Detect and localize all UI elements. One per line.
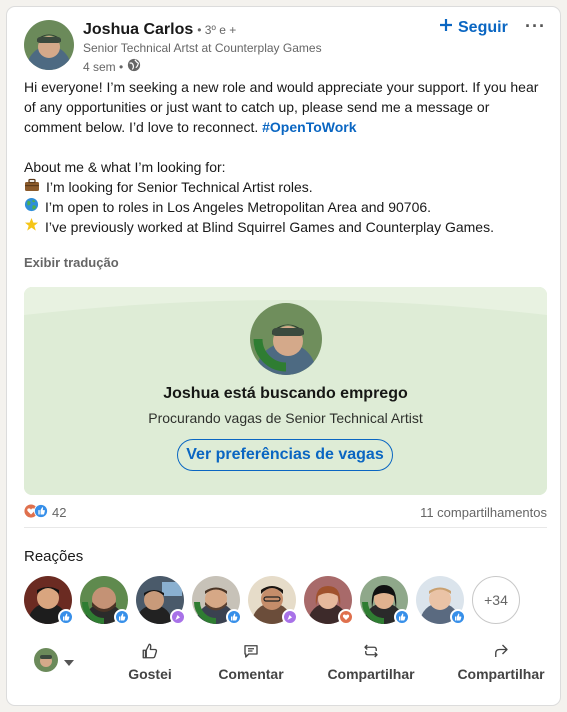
like-badge-icon [226,609,242,625]
open-to-work-card: Joshua está buscando emprego Procurando … [24,287,547,495]
globe-earth-icon [24,197,39,217]
post-card: Joshua Carlos • 3º e + Senior Technical … [6,6,561,706]
like-icon [141,642,159,663]
reactors-list: +34 [24,576,520,625]
shares-count[interactable]: 11 compartilhamentos [420,505,547,520]
globe-icon [127,58,141,75]
divider [24,527,547,528]
post-meta: 4 sem • [83,58,322,75]
location-line: I’m open to roles in Los Angeles Metropo… [45,199,432,215]
reactor-avatar[interactable] [192,576,242,625]
comment-icon [242,642,260,663]
comment-button[interactable]: Comentar [216,642,286,682]
previous-work-line: I’ve previously worked at Blind Squirrel… [45,219,494,235]
view-job-preferences-button[interactable]: Ver preferências de vagas [177,439,393,471]
more-options-button[interactable]: ··· [525,16,546,37]
hashtag-link[interactable]: #OpenToWork [262,119,356,135]
author-headline: Senior Technical Artst at Counterplay Ga… [83,41,322,55]
reactor-avatar[interactable] [24,576,74,625]
reactor-avatar[interactable] [80,576,130,625]
more-reactors-button[interactable]: +34 [472,576,520,624]
author-avatar[interactable] [24,20,74,70]
otw-subtitle: Procurando vagas de Senior Technical Art… [148,410,423,426]
otw-avatar [250,303,322,375]
caret-down-icon [64,653,74,671]
briefcase-icon [24,177,40,197]
like-badge-icon [58,609,74,625]
looking-for-line: I’m looking for Senior Technical Artist … [46,179,313,195]
repost-button[interactable]: Compartilhar [326,642,416,682]
plus-icon [439,18,453,37]
repost-icon [362,642,380,663]
like-label: Gostei [128,666,172,682]
follow-button[interactable]: Seguir [439,18,508,37]
reactor-avatar[interactable] [304,576,354,625]
reaction-count[interactable]: 42 [24,503,67,521]
see-translation-button[interactable]: Exibir tradução [24,255,119,270]
repost-label: Compartilhar [327,666,415,682]
celebrate-badge-icon [170,609,186,625]
author-name[interactable]: Joshua Carlos [83,21,193,39]
reactor-avatar[interactable] [136,576,186,625]
author-info: Joshua Carlos • 3º e + Senior Technical … [83,21,322,75]
star-icon [24,217,39,237]
reactor-avatar[interactable] [248,576,298,625]
action-bar: Gostei Comentar Compartilhar Compartilha… [24,639,547,685]
post-body: Hi everyone! I’m seeking a new role and … [24,77,549,237]
send-button[interactable]: Compartilhar [456,642,546,682]
love-badge-icon [338,609,354,625]
current-user-avatar [34,647,58,677]
reactions-title: Reações [24,548,84,565]
celebrate-badge-icon [282,609,298,625]
reactor-avatar[interactable] [360,576,410,625]
like-badge-icon [114,609,130,625]
send-label: Compartilhar [457,666,545,682]
like-icon [34,503,48,521]
like-button[interactable]: Gostei [120,642,180,682]
reaction-actor-selector[interactable] [24,647,94,677]
connection-degree: • 3º e + [197,23,237,37]
reaction-count-number: 42 [52,504,67,520]
send-icon [492,642,510,663]
comment-label: Comentar [218,666,284,682]
like-badge-icon [450,609,466,625]
post-time: 4 sem • [83,59,124,74]
follow-label: Seguir [458,18,508,36]
reactor-avatar[interactable] [416,576,466,625]
otw-title: Joshua está buscando emprego [163,385,408,402]
social-counts: 42 11 compartilhamentos [24,501,547,523]
about-heading: About me & what I’m looking for: [24,159,226,175]
like-badge-icon [394,609,410,625]
